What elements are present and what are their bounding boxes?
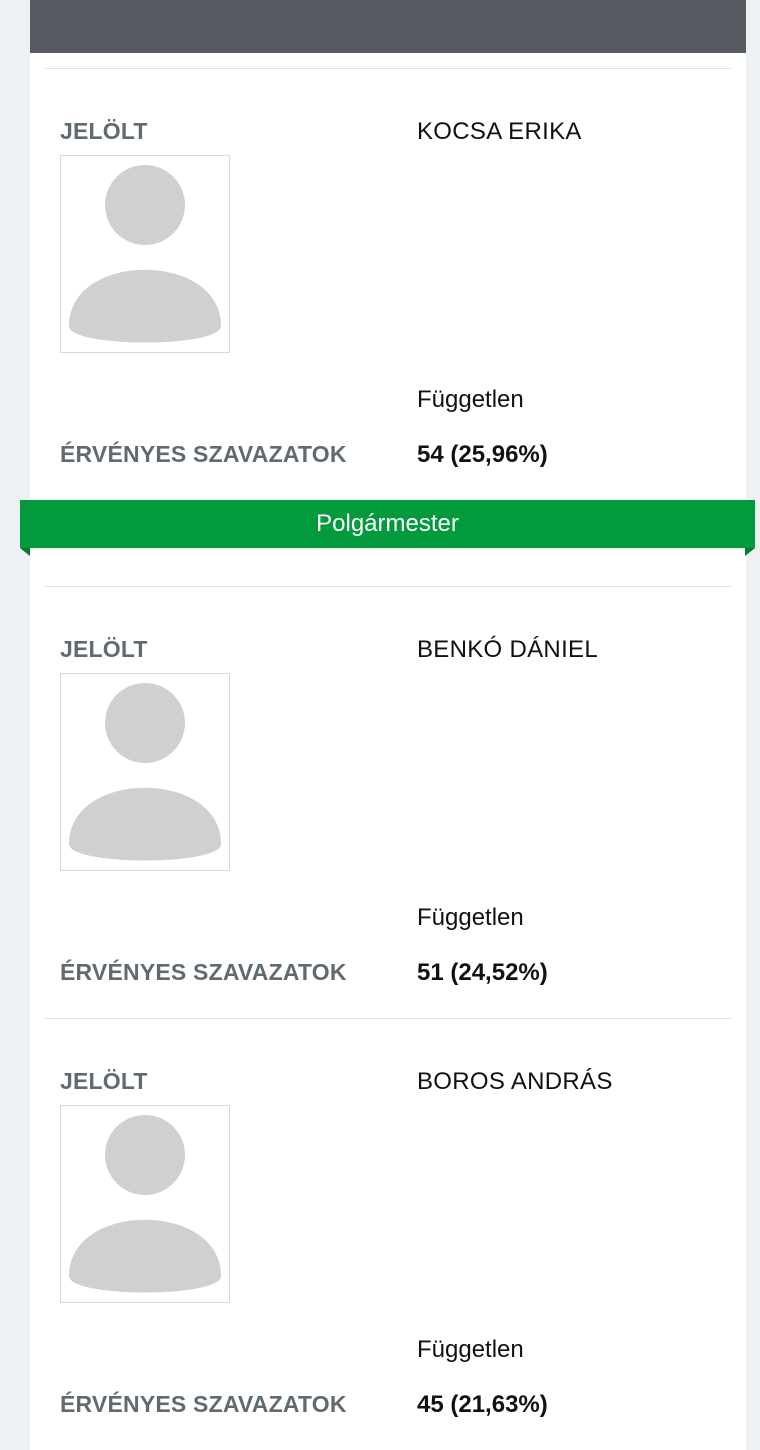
candidate-photo [60, 155, 230, 353]
candidate-card: JELÖLT BOROS ANDRÁS Független ÉRVÉNYES S… [0, 1046, 760, 1426]
candidate-party: Független [417, 386, 524, 413]
row-divider [45, 586, 731, 587]
candidate-name: BOROS ANDRÁS [417, 1068, 613, 1095]
valid-votes-label: ÉRVÉNYES SZAVAZATOK [60, 1391, 347, 1417]
candidate-label: JELÖLT [60, 636, 148, 662]
valid-votes-label: ÉRVÉNYES SZAVAZATOK [60, 441, 347, 467]
avatar-placeholder-icon [69, 683, 221, 861]
candidate-photo [60, 1105, 230, 1303]
avatar-placeholder-icon [69, 165, 221, 343]
candidate-party: Független [417, 904, 524, 931]
candidate-card: JELÖLT BENKÓ DÁNIEL Független ÉRVÉNYES S… [0, 614, 760, 994]
section-banner-mayor: Polgármester [20, 500, 755, 548]
banner-tail-left [20, 548, 30, 556]
top-header-bar [30, 0, 746, 53]
row-divider [45, 1018, 731, 1019]
candidate-card: JELÖLT KOCSA ERIKA Független ÉRVÉNYES SZ… [0, 96, 760, 476]
avatar-placeholder-icon [69, 1115, 221, 1293]
row-divider [45, 68, 731, 69]
candidate-votes: 51 (24,52%) [417, 959, 548, 986]
valid-votes-label: ÉRVÉNYES SZAVAZATOK [60, 959, 347, 985]
candidate-votes: 45 (21,63%) [417, 1391, 548, 1418]
candidate-name: KOCSA ERIKA [417, 118, 582, 145]
candidate-votes: 54 (25,96%) [417, 441, 548, 468]
candidate-photo [60, 673, 230, 871]
banner-tail-right [745, 548, 755, 556]
candidate-label: JELÖLT [60, 1068, 148, 1094]
candidate-name: BENKÓ DÁNIEL [417, 636, 598, 663]
candidate-label: JELÖLT [60, 118, 148, 144]
candidate-party: Független [417, 1336, 524, 1363]
